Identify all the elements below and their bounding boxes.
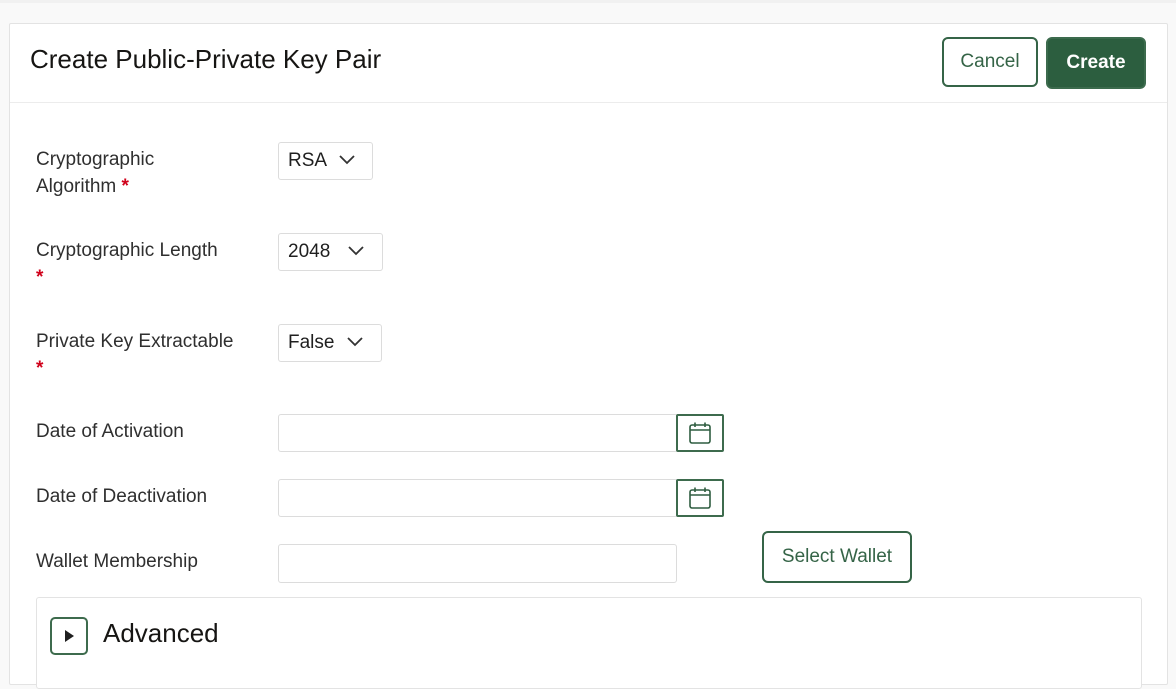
required-marker: *: [36, 358, 44, 379]
activation-date-input[interactable]: [278, 414, 678, 452]
chevron-down-icon: [348, 246, 364, 256]
required-marker: *: [121, 176, 129, 197]
extractable-value: False: [288, 332, 335, 353]
chevron-down-icon: [339, 155, 355, 165]
length-label-text: Cryptographic Length: [36, 240, 218, 261]
required-marker: *: [36, 267, 44, 288]
algorithm-label: Cryptographic Algorithm *: [36, 146, 196, 200]
length-value: 2048: [288, 241, 331, 262]
algorithm-select[interactable]: RSA: [278, 142, 373, 180]
top-border: [0, 0, 1176, 3]
deactivation-date-input[interactable]: [278, 479, 678, 517]
dialog-panel: Create Public-Private Key Pair Cancel Cr…: [9, 23, 1168, 689]
advanced-label: Advanced: [103, 618, 219, 648]
select-wallet-button[interactable]: Select Wallet: [762, 531, 912, 583]
create-button[interactable]: Create: [1046, 37, 1146, 89]
deactivation-label: Date of Deactivation: [36, 486, 208, 507]
wallet-label: Wallet Membership: [36, 551, 198, 572]
length-label: Cryptographic Length *: [36, 237, 256, 291]
algorithm-label-text: Cryptographic Algorithm: [36, 149, 155, 197]
extractable-label-text: Private Key Extractable: [36, 331, 234, 352]
calendar-icon: [689, 422, 711, 444]
activation-calendar-button[interactable]: [676, 414, 724, 452]
cancel-button[interactable]: Cancel: [942, 37, 1038, 87]
play-icon: [65, 630, 74, 642]
advanced-section: Advanced: [36, 597, 1142, 689]
page-title: Create Public-Private Key Pair: [30, 44, 382, 74]
advanced-expand-button[interactable]: [50, 617, 88, 655]
activation-label: Date of Activation: [36, 421, 184, 442]
dialog-header: Create Public-Private Key Pair Cancel Cr…: [10, 24, 1167, 103]
deactivation-calendar-button[interactable]: [676, 479, 724, 517]
chevron-down-icon: [347, 337, 363, 347]
extractable-label: Private Key Extractable *: [36, 328, 266, 382]
extractable-select[interactable]: False: [278, 324, 382, 362]
wallet-membership-input[interactable]: [278, 544, 677, 583]
length-select[interactable]: 2048: [278, 233, 383, 271]
algorithm-value: RSA: [288, 150, 328, 171]
calendar-icon: [689, 487, 711, 509]
